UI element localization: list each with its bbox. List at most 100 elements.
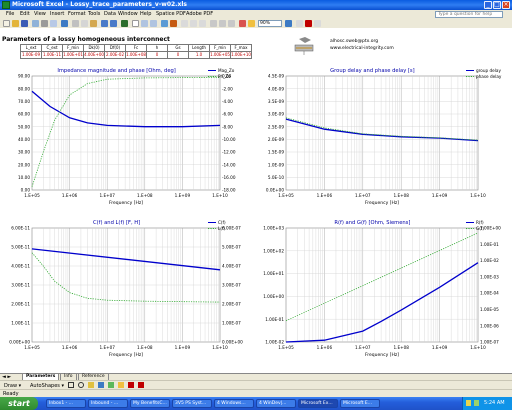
task-button[interactable]: 4 WinDev|...: [256, 399, 296, 408]
open-icon[interactable]: [12, 20, 19, 27]
y2-tick-label: 1.00E-07: [222, 321, 241, 326]
start-button[interactable]: start: [0, 397, 38, 410]
y2-tick-label: 3.00E-07: [222, 283, 241, 288]
fill-icon[interactable]: [118, 382, 124, 388]
oval-icon[interactable]: [78, 382, 84, 388]
textbox-icon[interactable]: [88, 382, 94, 388]
print-icon[interactable]: [41, 20, 48, 27]
borders-icon[interactable]: [314, 20, 321, 27]
param-header: Fc: [125, 44, 147, 52]
task-button[interactable]: Inbound - ...: [88, 399, 128, 408]
menu-adobe-pdf[interactable]: Adobe PDF: [186, 11, 213, 17]
italic-icon[interactable]: [190, 20, 197, 27]
menu-view[interactable]: View: [34, 11, 46, 17]
menu-edit[interactable]: Edit: [20, 11, 30, 17]
copy-icon[interactable]: [81, 20, 88, 27]
undo-icon[interactable]: [101, 20, 108, 27]
param-value-cell[interactable]: 1.00E+10: [230, 51, 252, 59]
param-value-cell[interactable]: 1.00E-11: [41, 51, 63, 59]
new-icon[interactable]: [3, 20, 10, 27]
menu-tools[interactable]: Tools: [88, 11, 100, 17]
hyperlink-icon[interactable]: [121, 20, 128, 27]
chart-wizard-icon[interactable]: [161, 20, 168, 27]
rectangle-icon[interactable]: [68, 382, 74, 388]
y2-tick-label: -8.00: [222, 124, 233, 129]
sort-descending-icon[interactable]: [150, 20, 157, 27]
param-value-cell[interactable]: 0: [167, 51, 189, 59]
x-tick-label: 1.E+09: [175, 193, 191, 198]
underline-icon[interactable]: [199, 20, 206, 27]
help-search-input[interactable]: Type a question for help: [435, 11, 503, 18]
y2-tick-label: -2.00: [222, 86, 233, 91]
menu-data[interactable]: Data: [104, 11, 116, 17]
text-color-icon[interactable]: [138, 382, 144, 388]
legend-entry: G(f): [476, 226, 484, 231]
spelling-icon[interactable]: [61, 20, 68, 27]
menu-help[interactable]: Help: [140, 11, 151, 17]
pdf-icon[interactable]: [239, 20, 246, 27]
menu-insert[interactable]: Insert: [50, 11, 64, 17]
menu-spatice-pdf[interactable]: Spatice PDF: [156, 11, 186, 17]
task-button[interactable]: My BenefitsC...: [130, 399, 170, 408]
task-button[interactable]: 3V5 PS Syst...: [172, 399, 212, 408]
task-button[interactable]: 4 Windows...: [214, 399, 254, 408]
contact-website[interactable]: www.electrical-integrity.com: [330, 46, 394, 51]
email-icon[interactable]: [32, 20, 39, 27]
zoom-select[interactable]: 90%: [258, 20, 282, 27]
task-button[interactable]: Microsoft E...: [340, 399, 380, 408]
tray-icon[interactable]: [466, 400, 471, 406]
param-value-cell[interactable]: 0: [146, 51, 168, 59]
resistance-conductance-chart[interactable]: 1.00E-02 1.00E-01 1.00E+00 1.00E+01 1.00E+02…: [256, 214, 508, 362]
y2-tick-label: -14.00: [222, 162, 236, 167]
autosum-icon[interactable]: [132, 20, 139, 27]
minimize-button[interactable]: _: [484, 1, 492, 9]
sort-ascending-icon[interactable]: [141, 20, 148, 27]
contact-email[interactable]: alhosc.sweb@ptx.org: [330, 39, 378, 44]
menu-window[interactable]: Window: [118, 11, 138, 17]
clipart-icon[interactable]: [108, 382, 114, 388]
chart-title: Impedance magnitude and phase [Ohm, deg]: [57, 68, 176, 74]
tray-icon[interactable]: [474, 400, 479, 406]
capacitance-inductance-chart[interactable]: 0.00E+00 1.00E-11 2.00E-11 3.00E-11 4.00E-11…: [2, 214, 250, 362]
param-value-cell[interactable]: 2.00E-02: [104, 51, 126, 59]
menu-format[interactable]: Format: [68, 11, 86, 17]
y-tick-label: 1.00E-02: [265, 340, 284, 345]
task-button[interactable]: Inbox1 - ...: [46, 399, 86, 408]
excel-icon: [2, 1, 10, 9]
param-value-cell[interactable]: 1.00E+01: [62, 51, 84, 59]
maximize-button[interactable]: □: [493, 1, 501, 9]
align-left-icon[interactable]: [210, 20, 217, 27]
x-tick-label: 1.E+05: [278, 345, 294, 350]
save-icon[interactable]: [21, 20, 28, 27]
center-icon[interactable]: [219, 20, 226, 27]
align-right-icon[interactable]: [228, 20, 235, 27]
param-value-cell[interactable]: 4.00E+00: [83, 51, 105, 59]
param-value-cell[interactable]: 1.0: [188, 51, 210, 59]
x-tick-label: 1.E+10: [212, 193, 228, 198]
y-tick-label: 60.00: [18, 112, 30, 117]
font-size-icon[interactable]: [296, 20, 303, 27]
cut-icon[interactable]: [72, 20, 79, 27]
task-button[interactable]: Microsoft Ex...: [298, 399, 338, 408]
x-tick-label: 1.E+07: [99, 345, 115, 350]
drawing-icon[interactable]: [170, 20, 177, 27]
line-color-icon[interactable]: [128, 382, 134, 388]
param-value-cell[interactable]: 1.00E+08: [125, 51, 147, 59]
menu-file[interactable]: File: [6, 11, 14, 17]
fill-color-icon[interactable]: [248, 20, 255, 27]
print-preview-icon[interactable]: [50, 20, 57, 27]
delay-chart[interactable]: 0.0E+00 5.0E-10 1.0E-09 1.5E-09 2.0E-09 2.5E-…: [256, 62, 508, 210]
x-axis-label: Frequency [Hz]: [109, 352, 143, 358]
close-button[interactable]: ×: [502, 1, 510, 9]
param-value-cell[interactable]: 1.00E-09: [20, 51, 42, 59]
y-tick-label: 3.00E-11: [11, 283, 30, 288]
paste-icon[interactable]: [90, 20, 97, 27]
redo-icon[interactable]: [110, 20, 117, 27]
bold-icon[interactable]: [181, 20, 188, 27]
help-icon[interactable]: [285, 20, 292, 27]
font-color-icon[interactable]: [305, 20, 312, 27]
param-value-cell[interactable]: 1.00E+05: [209, 51, 231, 59]
param-header: F_min: [209, 44, 231, 52]
impedance-chart[interactable]: 0.00 10.00 20.00 30.00 40.00 50.00 60.00 70.00 8…: [2, 62, 250, 210]
wordart-icon[interactable]: [98, 382, 104, 388]
